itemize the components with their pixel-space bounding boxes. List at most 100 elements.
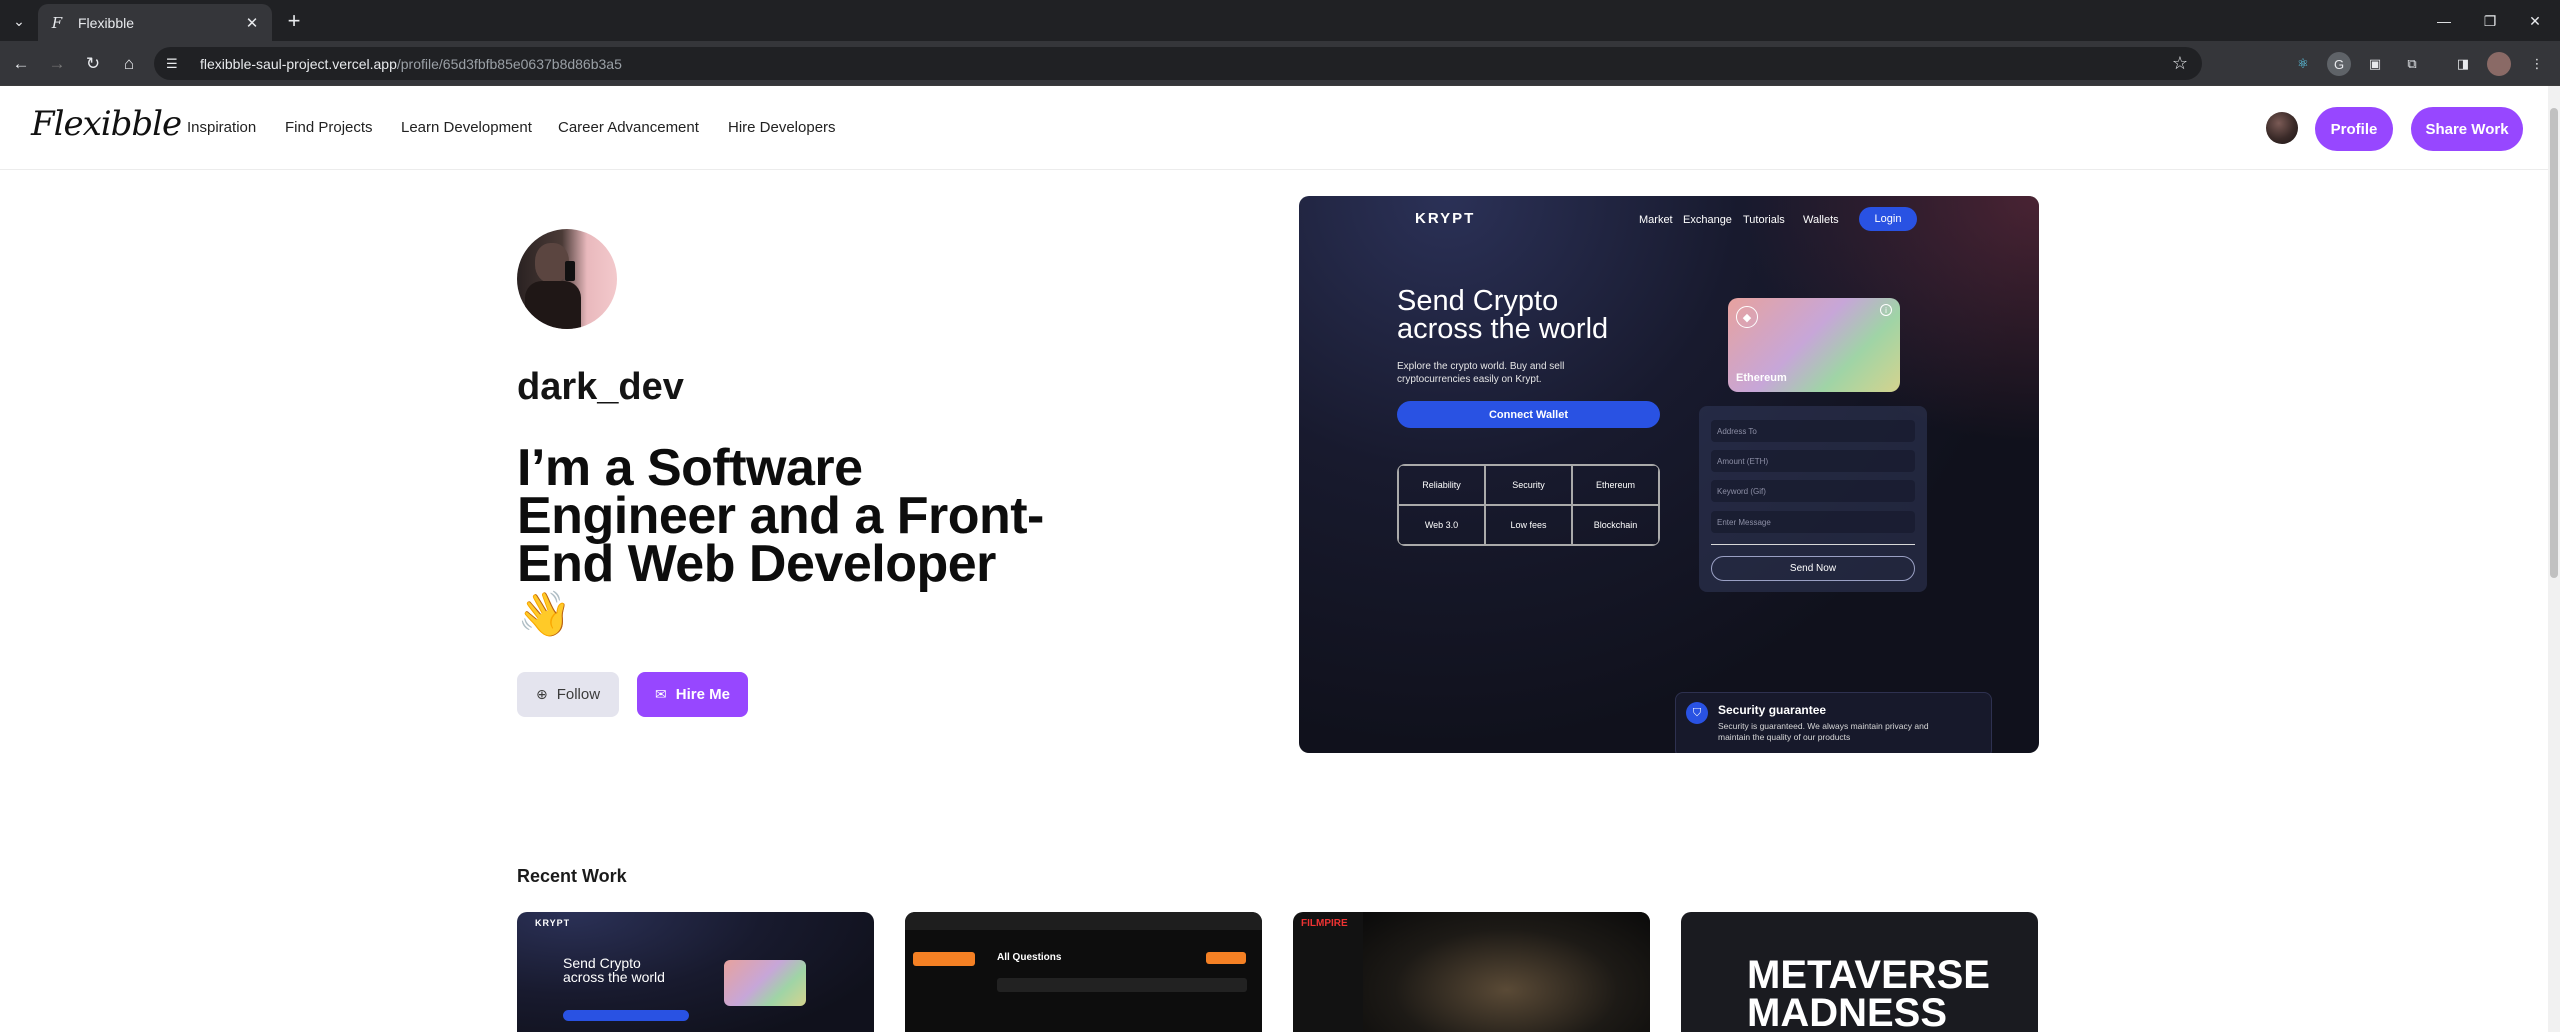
krypt-field-amount: Amount (ETH) <box>1711 450 1915 472</box>
profile-avatar-icon[interactable] <box>2487 52 2511 76</box>
side-panel-icon[interactable]: ◨ <box>2451 52 2475 76</box>
krypt-hero-title: Send Crypto across the world <box>1397 285 1609 345</box>
nav-link-hire-developers[interactable]: Hire Developers <box>728 119 836 136</box>
user-avatar[interactable] <box>2266 112 2298 144</box>
hire-me-button[interactable]: ✉ Hire Me <box>637 672 748 717</box>
krypt-feature-low-fees: Low fees <box>1485 505 1572 545</box>
back-icon[interactable]: ← <box>8 51 34 77</box>
krypt-field-keyword: Keyword (Gif) <box>1711 480 1915 502</box>
krypt-eth-card: ◆ i Ethereum <box>1728 298 1900 392</box>
restore-icon[interactable]: ❐ <box>2472 8 2508 34</box>
browser-toolbar: ← → ↻ ⌂ ☰ flexibble-saul-project.vercel.… <box>0 41 2560 86</box>
tab-close-icon[interactable]: ✕ <box>242 14 262 32</box>
browser-tab[interactable]: F Flexibble ✕ <box>38 4 272 41</box>
krypt-security-title: Security guarantee <box>1718 703 1827 717</box>
menu-kebab-icon[interactable]: ⋮ <box>2525 52 2549 76</box>
krypt-hero-line-1: Send Crypto <box>1397 285 1559 317</box>
thumb-movie-poster <box>1363 912 1650 1032</box>
tab-search-icon[interactable]: ⌄ <box>7 9 31 33</box>
nav-link-career-advancement[interactable]: Career Advancement <box>558 119 699 136</box>
email-icon: ✉ <box>655 686 667 702</box>
thumb-metaverse-title: METAVERSE MADNESS <box>1747 953 1990 1032</box>
react-devtools-icon[interactable]: ⚛ <box>2291 52 2315 76</box>
scrollbar-thumb[interactable] <box>2550 108 2558 578</box>
krypt-login-button: Login <box>1859 207 1917 231</box>
krypt-features-grid: Reliability Security Ethereum Web 3.0 Lo… <box>1397 464 1660 546</box>
wave-emoji: 👋 <box>517 590 572 639</box>
krypt-nav-tutorials: Tutorials <box>1743 214 1785 226</box>
minimize-icon[interactable]: — <box>2426 8 2462 34</box>
hire-me-label: Hire Me <box>675 686 730 703</box>
featured-project-preview[interactable]: KRYPT Market Exchange Tutorials Wallets … <box>1299 196 2039 753</box>
ethereum-icon: ◆ <box>1736 306 1758 328</box>
krypt-feature-reliability: Reliability <box>1398 465 1485 505</box>
url-host: flexibble-saul-project.vercel.app <box>200 55 397 72</box>
profile-headline-text: I’m a Software Engineer and a Front-End … <box>517 439 1044 593</box>
thumb-logo: KRYPT <box>535 918 571 928</box>
krypt-nav-wallets: Wallets <box>1803 214 1839 226</box>
thumb-metaverse-line-1: METAVERSE <box>1747 953 1990 997</box>
krypt-field-address: Address To <box>1711 420 1915 442</box>
bookmark-star-icon[interactable]: ☆ <box>2172 53 2188 74</box>
nav-link-find-projects[interactable]: Find Projects <box>285 119 373 136</box>
site-navbar: Flexibble Inspiration Find Projects Lear… <box>0 86 2548 170</box>
thumb-header <box>905 912 1262 930</box>
thumb-search <box>997 978 1247 992</box>
krypt-field-message: Enter Message <box>1711 511 1915 533</box>
thumb-hero-line-2: across the world <box>563 969 665 985</box>
extensions-puzzle-icon[interactable]: ⧉ <box>2400 52 2424 76</box>
krypt-feature-ethereum: Ethereum <box>1572 465 1659 505</box>
krypt-security-card: ⛉ Security guarantee Security is guarant… <box>1675 692 1992 753</box>
thumb-button <box>563 1010 689 1021</box>
reload-icon[interactable]: ↻ <box>80 51 106 77</box>
follow-button[interactable]: ⊕ Follow <box>517 672 619 717</box>
krypt-connect-wallet: Connect Wallet <box>1397 401 1660 428</box>
forward-icon[interactable]: → <box>44 51 70 77</box>
krypt-card-label: Ethereum <box>1736 372 1787 384</box>
info-icon: i <box>1880 304 1892 316</box>
recent-work-card[interactable]: METAVERSE MADNESS <box>1681 912 2038 1032</box>
url-text: flexibble-saul-project.vercel.app/profil… <box>200 56 622 72</box>
flexibble-logo[interactable]: Flexibble <box>31 104 182 144</box>
krypt-send-form: Address To Amount (ETH) Keyword (Gif) En… <box>1699 406 1927 592</box>
krypt-feature-security: Security <box>1485 465 1572 505</box>
krypt-send-button: Send Now <box>1711 556 1915 581</box>
site-info-icon[interactable]: ☰ <box>166 56 188 72</box>
nav-link-inspiration[interactable]: Inspiration <box>187 119 256 136</box>
shield-icon: ⛉ <box>1686 702 1708 724</box>
krypt-subtitle: Explore the crypto world. Buy and sell c… <box>1397 361 1565 385</box>
recent-work-card[interactable]: KRYPT Send Crypto across the world <box>517 912 874 1032</box>
thumb-sidebar-active <box>913 952 975 966</box>
profile-button[interactable]: Profile <box>2315 107 2393 151</box>
profile-avatar <box>517 229 617 329</box>
thumb-hero: Send Crypto across the world <box>563 956 665 984</box>
extension-icon[interactable]: ▣ <box>2363 52 2387 76</box>
krypt-hero-line-2: across the world <box>1397 313 1609 345</box>
thumb-hero-line-1: Send Crypto <box>563 955 641 971</box>
recent-work-title: Recent Work <box>517 866 627 886</box>
thumb-filmpire-logo: FILMPIRE <box>1301 918 1348 929</box>
address-bar[interactable]: ☰ flexibble-saul-project.vercel.app/prof… <box>154 47 2202 80</box>
browser-tab-bar: ⌄ F Flexibble ✕ + — ❐ ✕ <box>0 0 2560 41</box>
new-tab-icon[interactable]: + <box>281 8 307 34</box>
recent-work-card[interactable]: FILMPIRE <box>1293 912 1650 1032</box>
follow-label: Follow <box>556 686 601 703</box>
krypt-nav-exchange: Exchange <box>1683 214 1732 226</box>
thumb-card <box>724 960 806 1006</box>
krypt-divider <box>1711 544 1915 545</box>
profile-headline: I’m a Software Engineer and a Front-End … <box>517 442 1057 639</box>
thumb-questions-title: All Questions <box>997 952 1062 963</box>
home-icon[interactable]: ⌂ <box>116 51 142 77</box>
grammarly-icon[interactable]: G <box>2327 52 2351 76</box>
close-window-icon[interactable]: ✕ <box>2517 8 2553 34</box>
krypt-security-text: Security is guaranteed. We always mainta… <box>1718 721 1929 742</box>
krypt-feature-web3: Web 3.0 <box>1398 505 1485 545</box>
url-path: /profile/65d3fbfb85e0637b8d86b3a5 <box>396 55 622 72</box>
profile-username: dark_dev <box>517 366 684 408</box>
recent-work-card[interactable]: All Questions <box>905 912 1262 1032</box>
krypt-nav-market: Market <box>1639 214 1673 226</box>
share-work-button[interactable]: Share Work <box>2411 107 2523 151</box>
page-scrollbar[interactable] <box>2548 86 2560 1032</box>
krypt-feature-blockchain: Blockchain <box>1572 505 1659 545</box>
nav-link-learn-development[interactable]: Learn Development <box>401 119 532 136</box>
